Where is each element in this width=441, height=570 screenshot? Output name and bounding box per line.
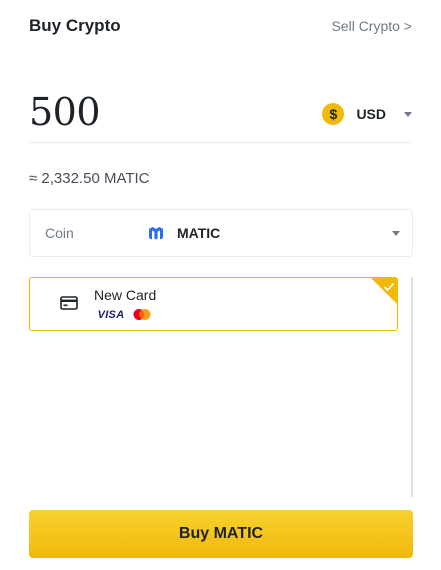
card-icon — [60, 296, 78, 310]
payment-option-title: New Card — [94, 287, 157, 303]
card-brands: VISA — [95, 308, 153, 321]
payment-option-new-card[interactable]: New Card VISA — [29, 277, 398, 331]
coin-selector[interactable]: Coin MATIC — [29, 209, 413, 257]
mastercard-logo — [131, 308, 153, 321]
chevron-down-icon — [392, 230, 400, 236]
dollar-coin-icon: $ — [322, 103, 345, 125]
sell-crypto-link[interactable]: Sell Crypto > — [331, 18, 412, 34]
coin-value: MATIC — [177, 225, 221, 241]
amount-row: 500 $ USD — [29, 88, 412, 143]
matic-icon — [147, 224, 165, 242]
crypto-estimate: ≈ 2,332.50 MATIC — [29, 170, 150, 187]
currency-selector[interactable]: $ USD — [322, 103, 412, 127]
chevron-down-icon — [404, 111, 412, 117]
amount-input[interactable]: 500 — [29, 93, 101, 137]
coin-label: Coin — [45, 225, 74, 241]
scrollbar[interactable] — [411, 277, 413, 497]
currency-label: USD — [356, 106, 386, 122]
header: Buy Crypto Sell Crypto > — [29, 14, 412, 38]
payment-method-list: New Card VISA — [29, 277, 413, 497]
check-icon — [383, 279, 395, 292]
visa-logo: VISA — [97, 308, 125, 321]
buy-button[interactable]: Buy MATIC — [29, 510, 413, 558]
page-title: Buy Crypto — [29, 16, 121, 35]
